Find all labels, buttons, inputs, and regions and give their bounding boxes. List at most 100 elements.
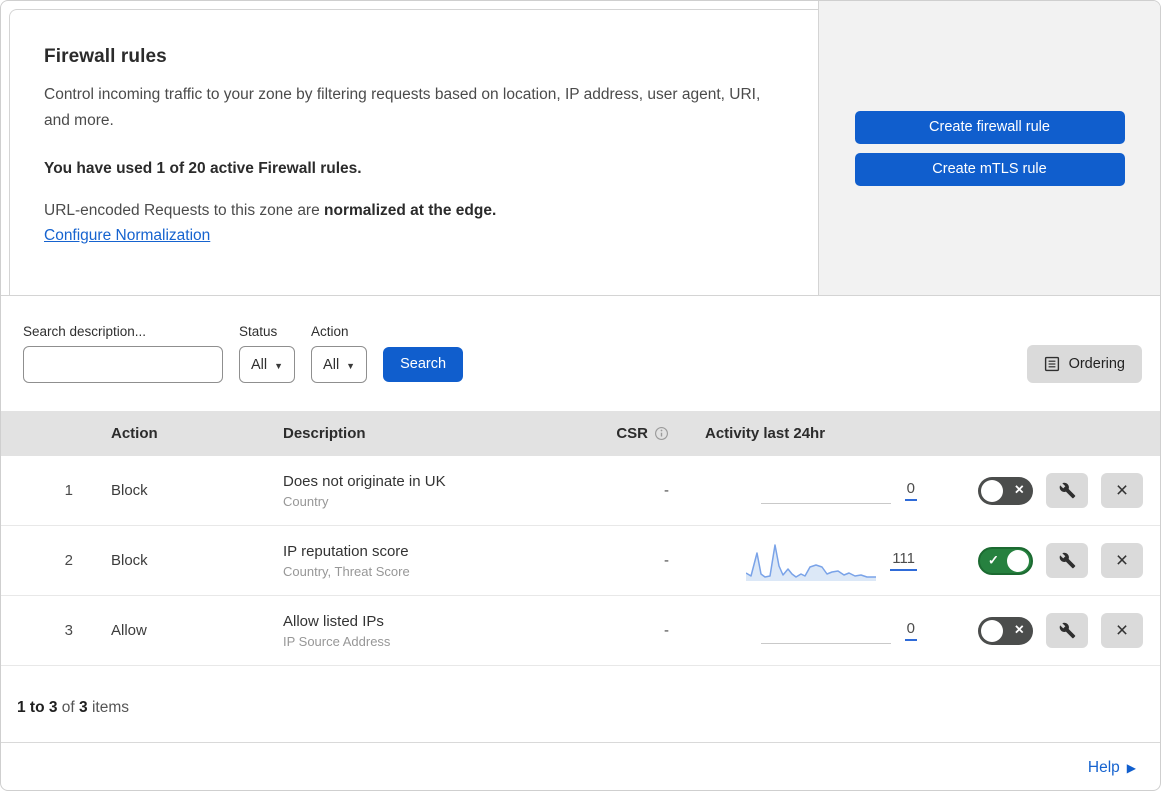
configure-normalization-link[interactable]: Configure Normalization	[44, 227, 210, 245]
search-input[interactable]	[41, 356, 222, 373]
close-icon: ×	[1115, 549, 1129, 572]
create-firewall-rule-button[interactable]: Create firewall rule	[854, 110, 1125, 144]
header-section: Firewall rules Control incoming traffic …	[1, 1, 1160, 296]
activity-sparkline	[760, 611, 891, 651]
search-button[interactable]: Search	[383, 347, 464, 382]
action-dropdown[interactable]: All ▼	[311, 346, 368, 383]
activity-count-link[interactable]: 111	[890, 550, 917, 571]
delete-rule-button[interactable]: ×	[1101, 613, 1143, 648]
rule-action: Allow	[111, 622, 147, 639]
items-total: 3	[79, 699, 88, 716]
x-icon: ×	[1014, 481, 1024, 499]
page-description: Control incoming traffic to your zone by…	[44, 86, 761, 129]
toggle-knob	[1007, 549, 1029, 572]
toggle-knob	[981, 479, 1003, 502]
rule-criteria: Country, Threat Score	[283, 563, 410, 579]
page-title: Firewall rules	[44, 46, 167, 67]
flat-sparkline	[760, 502, 891, 504]
delete-rule-button[interactable]: ×	[1101, 543, 1143, 578]
rule-description-cell: Does not originate in UK Country	[283, 473, 583, 509]
rule-enabled-toggle[interactable]: ✓ ×	[978, 476, 1033, 505]
chevron-right-icon: ▶	[1126, 760, 1136, 775]
help-link[interactable]: Help ▶	[1088, 759, 1136, 777]
description-column-header: Description	[283, 425, 366, 442]
activity-sparkline	[760, 471, 891, 511]
rule-priority: 2	[64, 552, 73, 569]
wrench-icon	[1059, 552, 1075, 569]
rule-enabled-toggle[interactable]: ✓ ×	[978, 616, 1033, 645]
table-row: 3 Allow Allow listed IPs IP Source Addre…	[1, 596, 1160, 666]
table-row: 2 Block IP reputation score Country, Thr…	[1, 526, 1160, 596]
table-row: 1 Block Does not originate in UK Country…	[1, 456, 1160, 526]
rule-controls: ✓ × ×	[935, 543, 1160, 578]
firewall-rules-page: Firewall rules Control incoming traffic …	[0, 0, 1161, 791]
items-range: 1 to 3	[17, 699, 58, 716]
rule-criteria: Country	[283, 493, 329, 509]
rule-description: Allow listed IPs	[283, 612, 384, 630]
rule-csr-value: -	[664, 622, 669, 639]
pagination-summary: 1 to 3 of 3 items	[1, 666, 1160, 743]
help-bar: Help ▶	[1, 743, 1160, 790]
usage-summary: You have used 1 of 20 active Firewall ru…	[44, 160, 362, 177]
sparkline-chart	[746, 543, 877, 581]
rule-action: Block	[111, 482, 148, 499]
activity-count-link[interactable]: 0	[904, 480, 917, 501]
flat-sparkline	[760, 642, 891, 644]
cta-panel: Create firewall rule Create mTLS rule	[818, 1, 1160, 295]
create-mtls-rule-button[interactable]: Create mTLS rule	[854, 152, 1125, 186]
action-column-header: Action	[111, 425, 158, 442]
chevron-down-icon: ▼	[274, 360, 284, 371]
toggle-knob	[981, 619, 1003, 642]
wrench-icon	[1059, 622, 1075, 639]
action-dropdown-value: All	[323, 356, 340, 373]
csr-header-label: CSR	[616, 425, 648, 442]
delete-rule-button[interactable]: ×	[1101, 473, 1143, 508]
normalization-text: URL-encoded Requests to this zone are	[44, 202, 325, 219]
wrench-icon	[1059, 482, 1075, 499]
items-of-text: of	[57, 699, 80, 716]
rule-description: Does not originate in UK	[283, 472, 446, 490]
rules-table: Action Description CSR Activity last 24h…	[1, 411, 1160, 666]
edit-rule-button[interactable]	[1046, 473, 1088, 508]
activity-sparkline	[746, 541, 877, 581]
action-group: Action All ▼	[311, 324, 368, 383]
table-header-row: Action Description CSR Activity last 24h…	[1, 411, 1160, 456]
edit-rule-button[interactable]	[1046, 613, 1088, 648]
help-link-label: Help	[1087, 758, 1120, 776]
rule-enabled-toggle[interactable]: ✓ ×	[978, 546, 1033, 575]
chevron-down-icon: ▼	[346, 360, 356, 371]
rule-description: IP reputation score	[283, 542, 409, 560]
action-label: Action	[311, 324, 349, 339]
rule-activity-cell: 111	[685, 541, 935, 581]
status-label: Status	[239, 324, 278, 339]
status-group: Status All ▼	[239, 324, 296, 383]
items-suffix-text: items	[87, 699, 129, 716]
rule-controls: ✓ × ×	[935, 613, 1160, 648]
rule-priority: 3	[64, 622, 73, 639]
activity-column-header: Activity last 24hr	[705, 425, 826, 442]
status-dropdown[interactable]: All ▼	[239, 346, 296, 383]
normalization-note: URL-encoded Requests to this zone are no…	[44, 202, 782, 220]
activity-count-link[interactable]: 0	[904, 620, 917, 641]
rule-criteria: IP Source Address	[283, 633, 391, 649]
edit-rule-button[interactable]	[1046, 543, 1088, 578]
rule-csr-value: -	[664, 552, 669, 569]
ordering-button-label: Ordering	[1068, 356, 1125, 372]
rule-activity-cell: 0	[685, 471, 935, 511]
rule-activity-cell: 0	[685, 611, 935, 651]
ordering-button[interactable]: Ordering	[1026, 345, 1142, 383]
search-input-wrapper	[23, 346, 223, 383]
info-icon[interactable]	[654, 426, 669, 441]
rule-description-cell: IP reputation score Country, Threat Scor…	[283, 543, 583, 579]
status-dropdown-value: All	[251, 356, 268, 373]
rule-priority: 1	[64, 482, 73, 499]
check-icon: ✓	[988, 552, 999, 568]
rule-action: Block	[111, 552, 148, 569]
rule-csr-value: -	[664, 482, 669, 499]
x-icon: ×	[1014, 621, 1024, 639]
close-icon: ×	[1115, 479, 1129, 502]
search-label: Search description...	[23, 324, 147, 339]
filter-bar: Search description... Status All ▼ Actio…	[1, 296, 1160, 411]
search-group: Search description...	[23, 324, 223, 383]
intro-card: Firewall rules Control incoming traffic …	[9, 9, 818, 295]
